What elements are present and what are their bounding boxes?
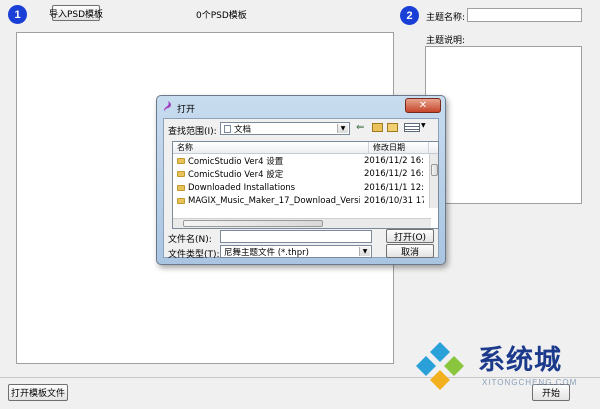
hscroll-thumb[interactable] [183,220,323,227]
theme-name-label: 主题名称: [426,13,466,23]
folder-icon [177,157,185,164]
import-psd-button[interactable]: 导入PSD模板 [49,5,103,21]
horizontal-scrollbar[interactable] [173,218,431,228]
chevron-down-icon[interactable]: ▼ [337,124,348,133]
filename-input[interactable] [220,230,372,243]
scroll-thumb[interactable] [431,164,438,176]
filetype-label: 文件类型(T): [168,250,220,260]
step-2-badge: 2 [400,6,419,25]
dialog-body: 查找范围(I): 文档 ▼ ⇐ ▼ 名称 修改日期 ComicStudio Ve… [163,118,439,260]
brand-url: XITONGCHENG.COM [482,378,578,387]
brand-name: 系统城 [478,345,562,376]
lookin-value: 文档 [234,124,252,135]
watermark-logo: 系统城 XITONGCHENG.COM [410,336,600,400]
app-icon [164,101,171,113]
filetype-combo[interactable]: 尼舞主题文件 (*.thpr) ▼ [220,245,372,258]
theme-desc-textarea[interactable] [425,46,582,204]
dialog-close-button[interactable]: ✕ [405,98,441,113]
theme-desc-label: 主题说明: [426,36,466,46]
document-icon [224,124,231,133]
open-template-file-button[interactable]: 打开模板文件 [8,384,68,401]
file-list[interactable]: 名称 修改日期 ComicStudio Ver4 设置 2016/11/2 16:… [172,141,439,229]
open-file-dialog: 打开 ✕ 查找范围(I): 文档 ▼ ⇐ ▼ 名称 修改日期 ComicStud… [156,95,446,265]
lookin-label: 查找范围(I): [168,127,217,137]
up-folder-icon[interactable] [372,123,383,132]
dialog-title: 打开 [177,105,196,115]
cancel-button[interactable]: 取消 [386,244,434,258]
folder-icon [177,198,185,205]
chevron-down-icon[interactable]: ▼ [359,247,370,256]
column-date[interactable]: 修改日期 [369,142,429,153]
view-menu-icon[interactable] [404,123,420,132]
new-folder-icon[interactable] [387,123,398,132]
filetype-value: 尼舞主题文件 (*.thpr) [224,247,309,258]
file-row[interactable]: ComicStudio Ver4 设置2016/11/2 16:48 [173,154,438,168]
column-name[interactable]: 名称 [173,142,369,153]
step-1-badge: 1 [8,5,27,24]
filename-label: 文件名(N): [168,235,212,245]
open-button[interactable]: 打开(O) [386,229,434,243]
view-chevron-icon[interactable]: ▼ [421,122,426,129]
folder-icon [177,184,185,191]
brand-diamond-icon [416,342,464,390]
theme-name-input[interactable] [467,8,582,22]
folder-icon [177,171,185,178]
vertical-scrollbar[interactable] [429,154,438,208]
back-icon[interactable]: ⇐ [356,122,364,133]
file-row[interactable]: ComicStudio Ver4 設定2016/11/2 16:49 [173,168,438,182]
template-count: 0个PSD模板 [196,11,247,21]
lookin-combo[interactable]: 文档 ▼ [220,122,350,135]
file-row[interactable]: Downloaded Installations2016/11/1 12:00 [173,181,438,195]
file-list-header: 名称 修改日期 [173,142,438,154]
file-row[interactable]: MAGIX_Music_Maker_17_Download_Version 201… [173,195,438,209]
